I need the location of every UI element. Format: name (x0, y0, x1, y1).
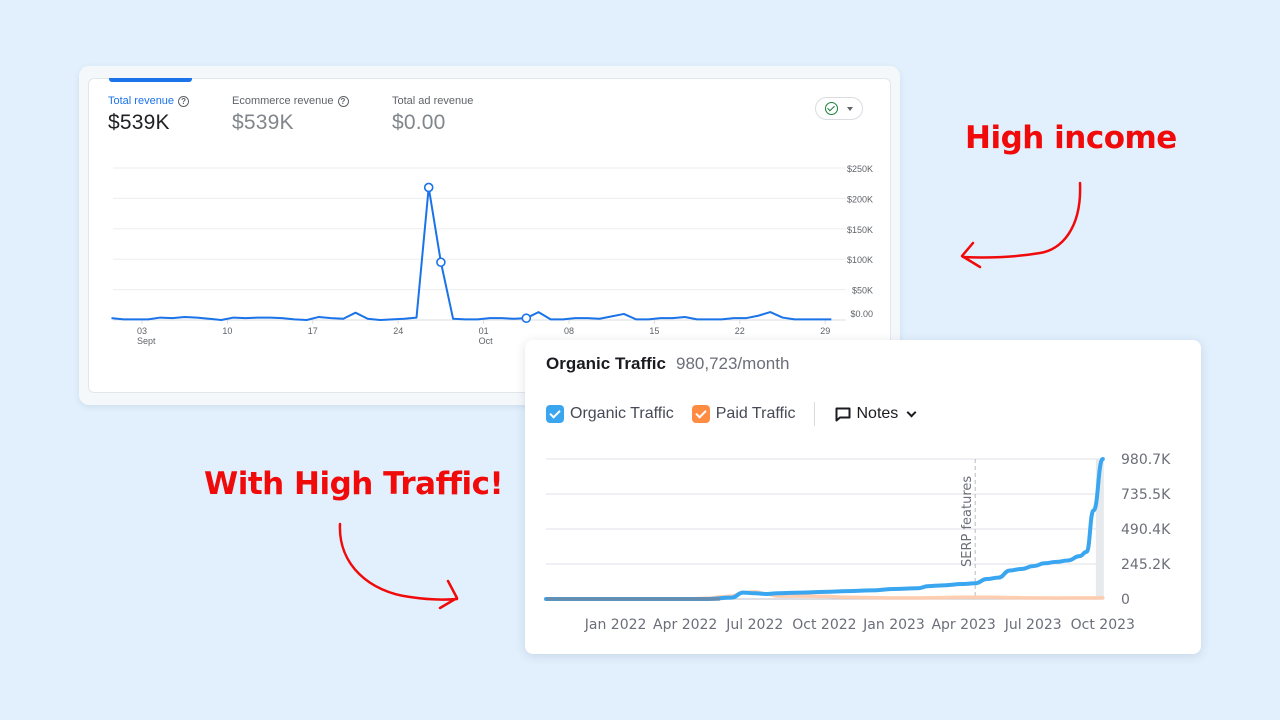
data-point-marker (423, 182, 434, 193)
arrowhead-revenue-icon (960, 241, 982, 269)
y-tick-label: $50K (852, 286, 873, 296)
x-tick-label: 10 (222, 326, 232, 336)
x-tick-label: 08 (564, 326, 574, 336)
annotation-high-income: High income (965, 120, 1177, 156)
x-tick-label: 29 (820, 326, 830, 336)
y-tick-label: $100K (847, 255, 873, 265)
y-tick-label: $0.00 (850, 309, 873, 319)
x-tick-label: Oct 2022 (792, 617, 856, 633)
organic-traffic-chart: 0 245.2K 490.4K 735.5K 980.7K Jan 2022 Apr 202… (544, 452, 1171, 633)
x-tick-label: 03 (137, 326, 147, 336)
y-tick-label: 0 (1121, 592, 1130, 608)
x-tick-label: Jul 2023 (1004, 617, 1062, 633)
serp-features-label: SERP features (960, 476, 975, 567)
y-tick-label: $150K (847, 225, 873, 235)
annotation-high-traffic: With High Traffic! (204, 466, 504, 502)
x-tick-label: Oct 2023 (1071, 617, 1135, 633)
x-tick-label: Apr 2022 (653, 617, 717, 633)
x-tick-label: 22 (735, 326, 745, 336)
arrowhead-traffic-icon (438, 579, 459, 610)
y-tick-label: 490.4K (1121, 522, 1171, 538)
y-tick-label: 735.5K (1121, 487, 1171, 503)
y-tick-label: $250K (847, 164, 873, 174)
data-point-marker (521, 313, 532, 323)
x-tick-sublabel: Sept (137, 336, 156, 346)
x-tick-label: 01 (479, 326, 489, 336)
x-tick-label: 17 (308, 326, 318, 336)
x-tick-label: Jan 2022 (584, 617, 647, 633)
organic-traffic-card: Organic Traffic 980,723/month Organic Tr… (525, 340, 1201, 654)
x-tick-label: Apr 2023 (931, 617, 995, 633)
y-tick-label: $200K (847, 194, 873, 204)
arrow-to-traffic-icon (338, 522, 459, 601)
arrow-to-revenue-icon (961, 181, 1082, 259)
x-tick-label: Jan 2023 (862, 617, 925, 633)
x-tick-sublabel: Oct (479, 336, 494, 346)
x-tick-label: Jul 2022 (725, 617, 783, 633)
y-tick-label: 980.7K (1121, 452, 1171, 468)
x-tick-label: 24 (393, 326, 403, 336)
y-tick-label: 245.2K (1121, 557, 1171, 573)
x-tick-label: 15 (649, 326, 659, 336)
data-point-marker (436, 257, 446, 268)
revenue-series-line (111, 186, 832, 321)
